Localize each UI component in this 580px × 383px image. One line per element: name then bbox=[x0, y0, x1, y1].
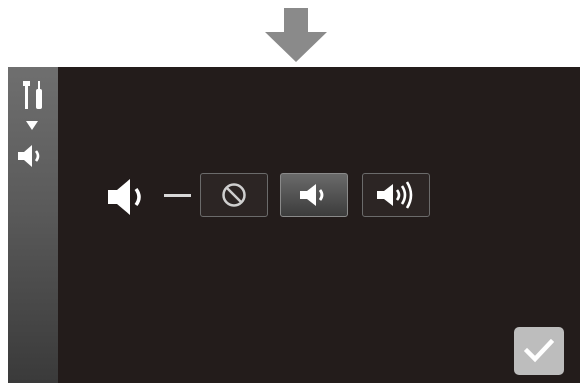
volume-mute-button[interactable] bbox=[200, 173, 268, 217]
volume-settings-screen bbox=[8, 67, 580, 383]
down-arrow-icon bbox=[265, 8, 327, 62]
current-volume-icon bbox=[108, 179, 141, 215]
speaker-high-icon bbox=[377, 181, 413, 209]
check-icon bbox=[524, 339, 554, 363]
separator-dash bbox=[164, 194, 191, 197]
speaker-low-icon bbox=[300, 184, 324, 206]
speaker-icon[interactable] bbox=[16, 143, 50, 169]
volume-high-button[interactable] bbox=[362, 173, 430, 217]
caret-down-icon bbox=[26, 121, 38, 130]
mute-icon bbox=[222, 183, 246, 207]
sidebar bbox=[8, 67, 58, 383]
confirm-button[interactable] bbox=[514, 327, 564, 375]
volume-low-button[interactable] bbox=[280, 173, 348, 217]
tools-icon[interactable] bbox=[20, 79, 46, 111]
